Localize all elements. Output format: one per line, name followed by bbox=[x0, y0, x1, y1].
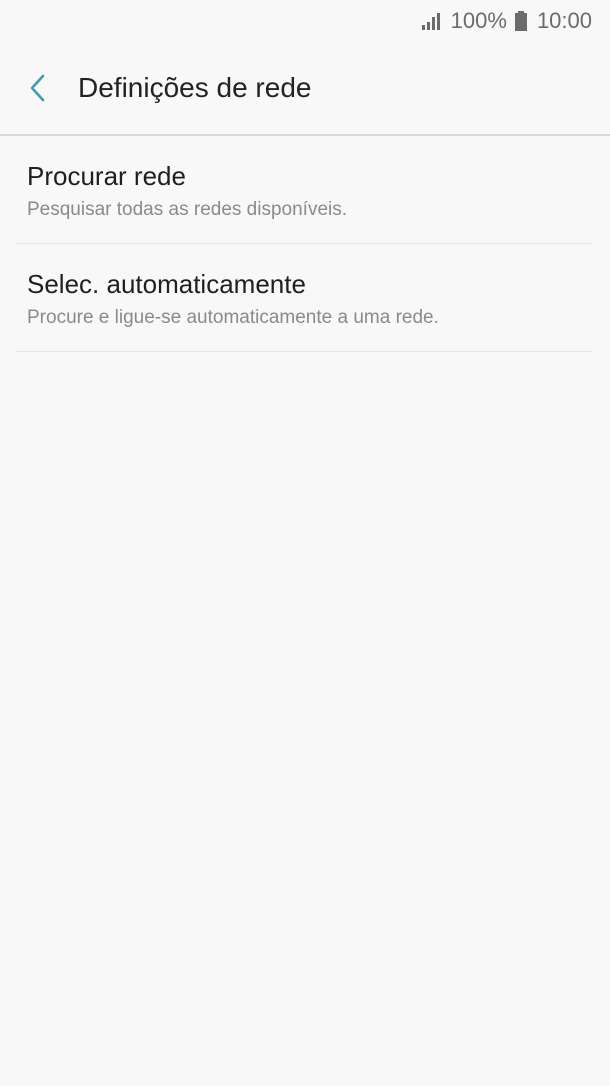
battery-percentage: 100% bbox=[450, 8, 507, 33]
signal-icon bbox=[421, 12, 443, 30]
page-title: Definições de rede bbox=[78, 72, 312, 103]
item-subtitle: Procure e ligue-se automaticamente a uma… bbox=[27, 307, 439, 328]
back-button[interactable] bbox=[10, 60, 66, 116]
app-bar: Definições de rede bbox=[0, 42, 610, 134]
status-bar: 100% 10:00 bbox=[0, 0, 610, 42]
item-subtitle: Pesquisar todas as redes disponíveis. bbox=[27, 199, 348, 220]
list-item-search-network[interactable]: Procurar rede Pesquisar todas as redes d… bbox=[16, 136, 592, 244]
list-item-auto-select[interactable]: Selec. automaticamente Procure e ligue-s… bbox=[16, 244, 592, 352]
battery-icon bbox=[514, 11, 527, 31]
back-chevron-icon bbox=[30, 74, 45, 102]
clock: 10:00 bbox=[536, 8, 592, 33]
settings-list: Procurar rede Pesquisar todas as redes d… bbox=[16, 136, 592, 352]
item-title: Selec. automaticamente bbox=[27, 269, 306, 299]
item-title: Procurar rede bbox=[27, 161, 186, 191]
